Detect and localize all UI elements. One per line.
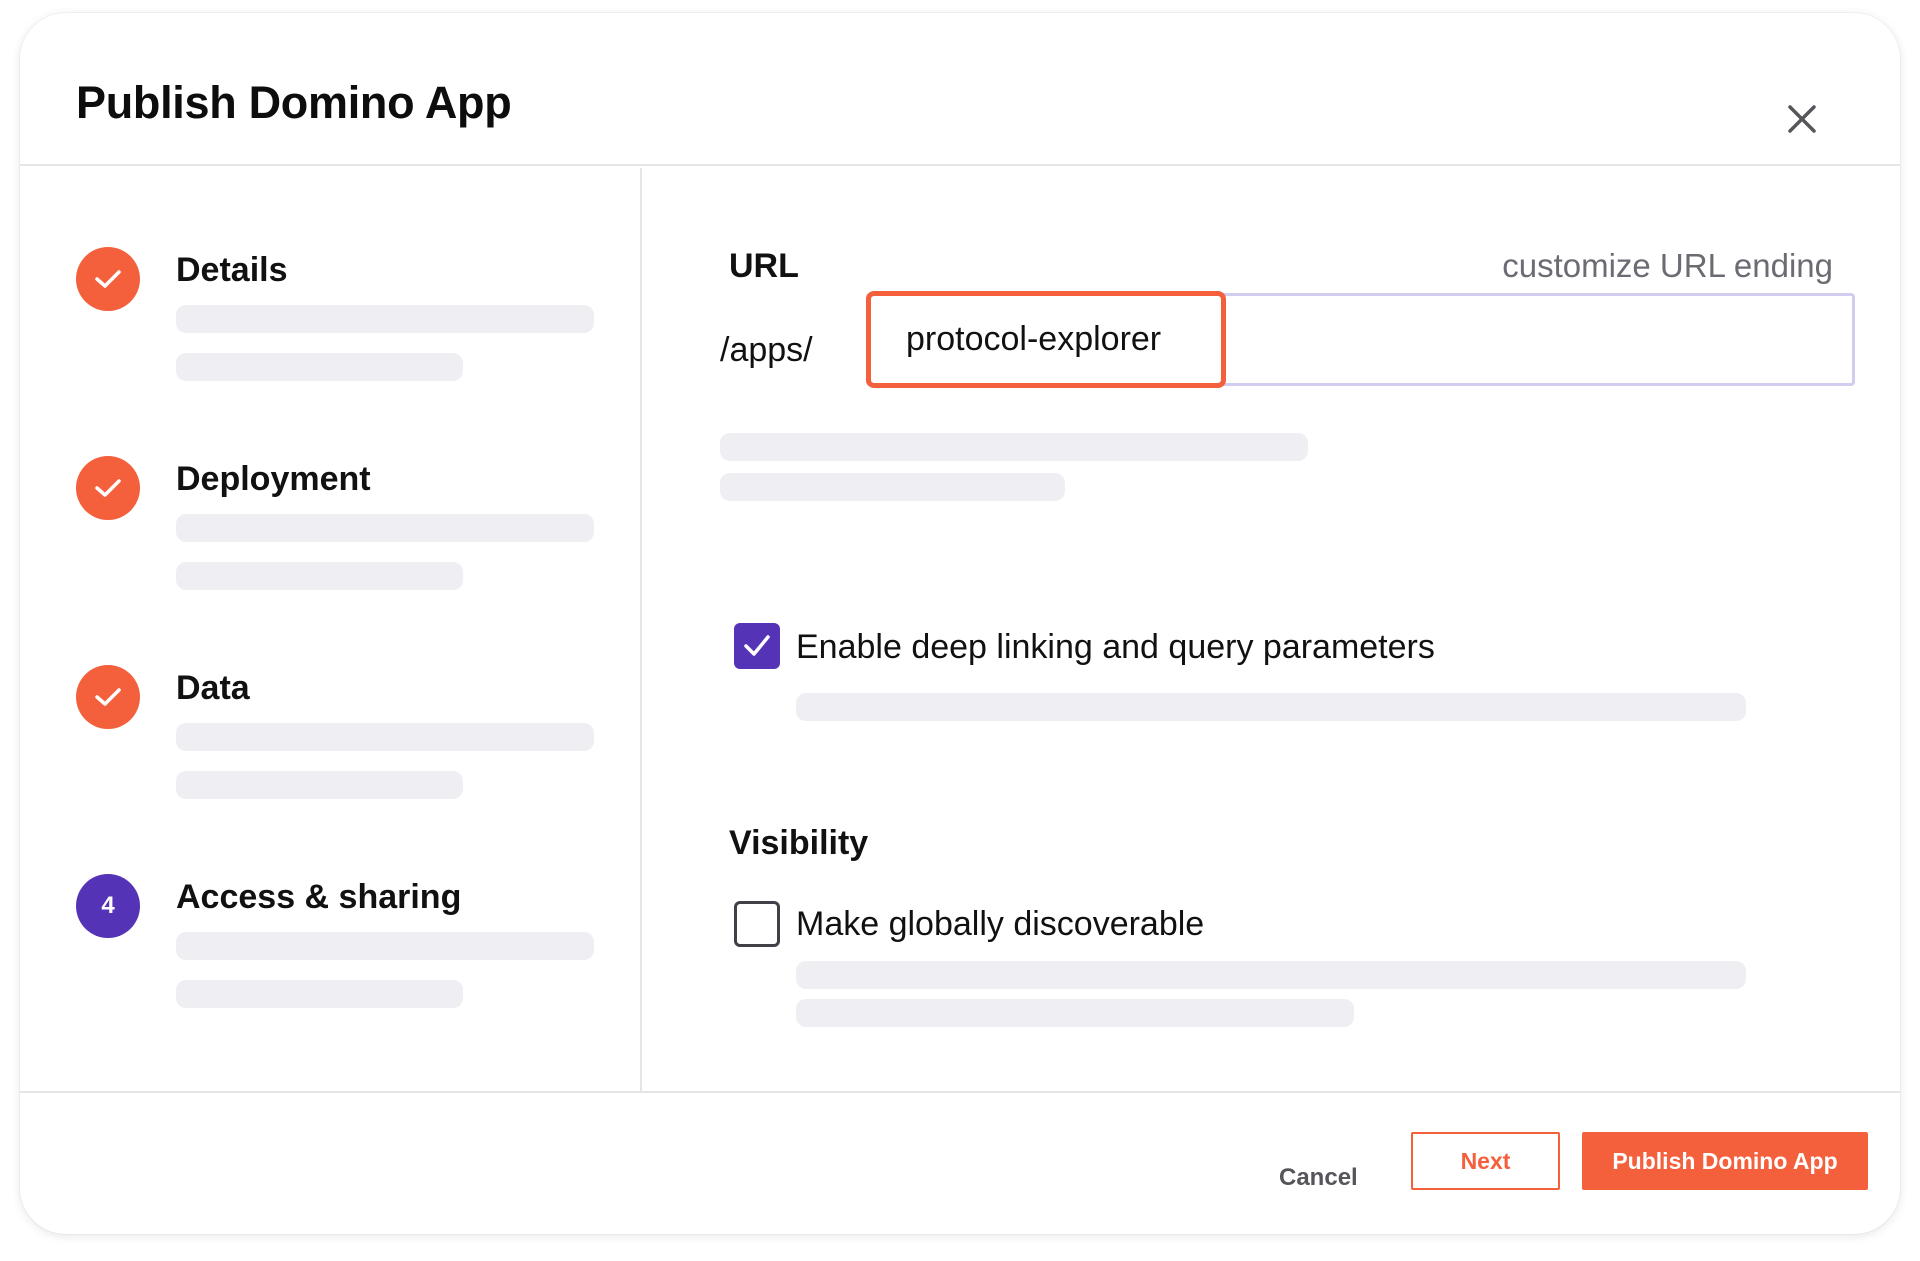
deep-linking-label: Enable deep linking and query parameters <box>796 628 1435 666</box>
step-access-sharing[interactable]: 4 Access & sharing <box>76 874 616 1034</box>
skeleton-line <box>796 693 1746 721</box>
skeleton-line <box>176 932 594 960</box>
url-label: URL <box>729 247 799 285</box>
step-deployment[interactable]: Deployment <box>76 456 616 616</box>
url-prefix: /apps/ <box>720 331 813 369</box>
dialog-title: Publish Domino App <box>76 77 512 128</box>
skeleton-line <box>796 961 1746 989</box>
step-title: Details <box>176 251 288 289</box>
skeleton-line <box>176 771 463 799</box>
step-complete-badge <box>76 456 140 520</box>
url-ending-input[interactable]: protocol-explorer <box>866 291 1226 388</box>
dialog-header: Publish Domino App <box>20 13 1900 166</box>
step-data[interactable]: Data <box>76 665 616 825</box>
skeleton-line <box>176 305 594 333</box>
step-number-badge: 4 <box>76 874 140 938</box>
check-icon <box>95 270 121 288</box>
step-number: 4 <box>101 892 115 919</box>
publish-dialog: Publish Domino App Details Deployment Da… <box>20 13 1900 1234</box>
next-button[interactable]: Next <box>1411 1132 1560 1190</box>
check-icon <box>95 688 121 706</box>
skeleton-line <box>176 980 463 1008</box>
step-title: Data <box>176 669 250 707</box>
step-complete-badge <box>76 665 140 729</box>
check-icon <box>744 635 770 656</box>
skeleton-line <box>176 562 463 590</box>
cancel-button[interactable]: Cancel <box>1279 1164 1358 1192</box>
visibility-label: Visibility <box>729 824 869 862</box>
skeleton-line <box>720 433 1308 461</box>
url-hint: customize URL ending <box>1502 247 1833 284</box>
skeleton-line <box>720 473 1065 501</box>
step-complete-badge <box>76 247 140 311</box>
step-title: Deployment <box>176 460 371 498</box>
close-button[interactable] <box>1780 97 1824 141</box>
skeleton-line <box>796 999 1354 1027</box>
check-icon <box>95 479 121 497</box>
main-panel: URL customize URL ending /apps/ protocol… <box>644 168 1900 1091</box>
skeleton-line <box>176 514 594 542</box>
step-title: Access & sharing <box>176 878 462 916</box>
dialog-footer: Cancel Next Publish Domino App <box>20 1091 1900 1234</box>
deep-linking-checkbox[interactable] <box>734 623 780 669</box>
discoverable-checkbox[interactable] <box>734 901 780 947</box>
step-details[interactable]: Details <box>76 247 616 407</box>
step-sidebar: Details Deployment Data 4 Access & shari… <box>20 168 642 1091</box>
discoverable-label: Make globally discoverable <box>796 905 1205 943</box>
publish-button[interactable]: Publish Domino App <box>1582 1132 1868 1190</box>
skeleton-line <box>176 723 594 751</box>
skeleton-line <box>176 353 463 381</box>
close-icon <box>1788 105 1816 133</box>
